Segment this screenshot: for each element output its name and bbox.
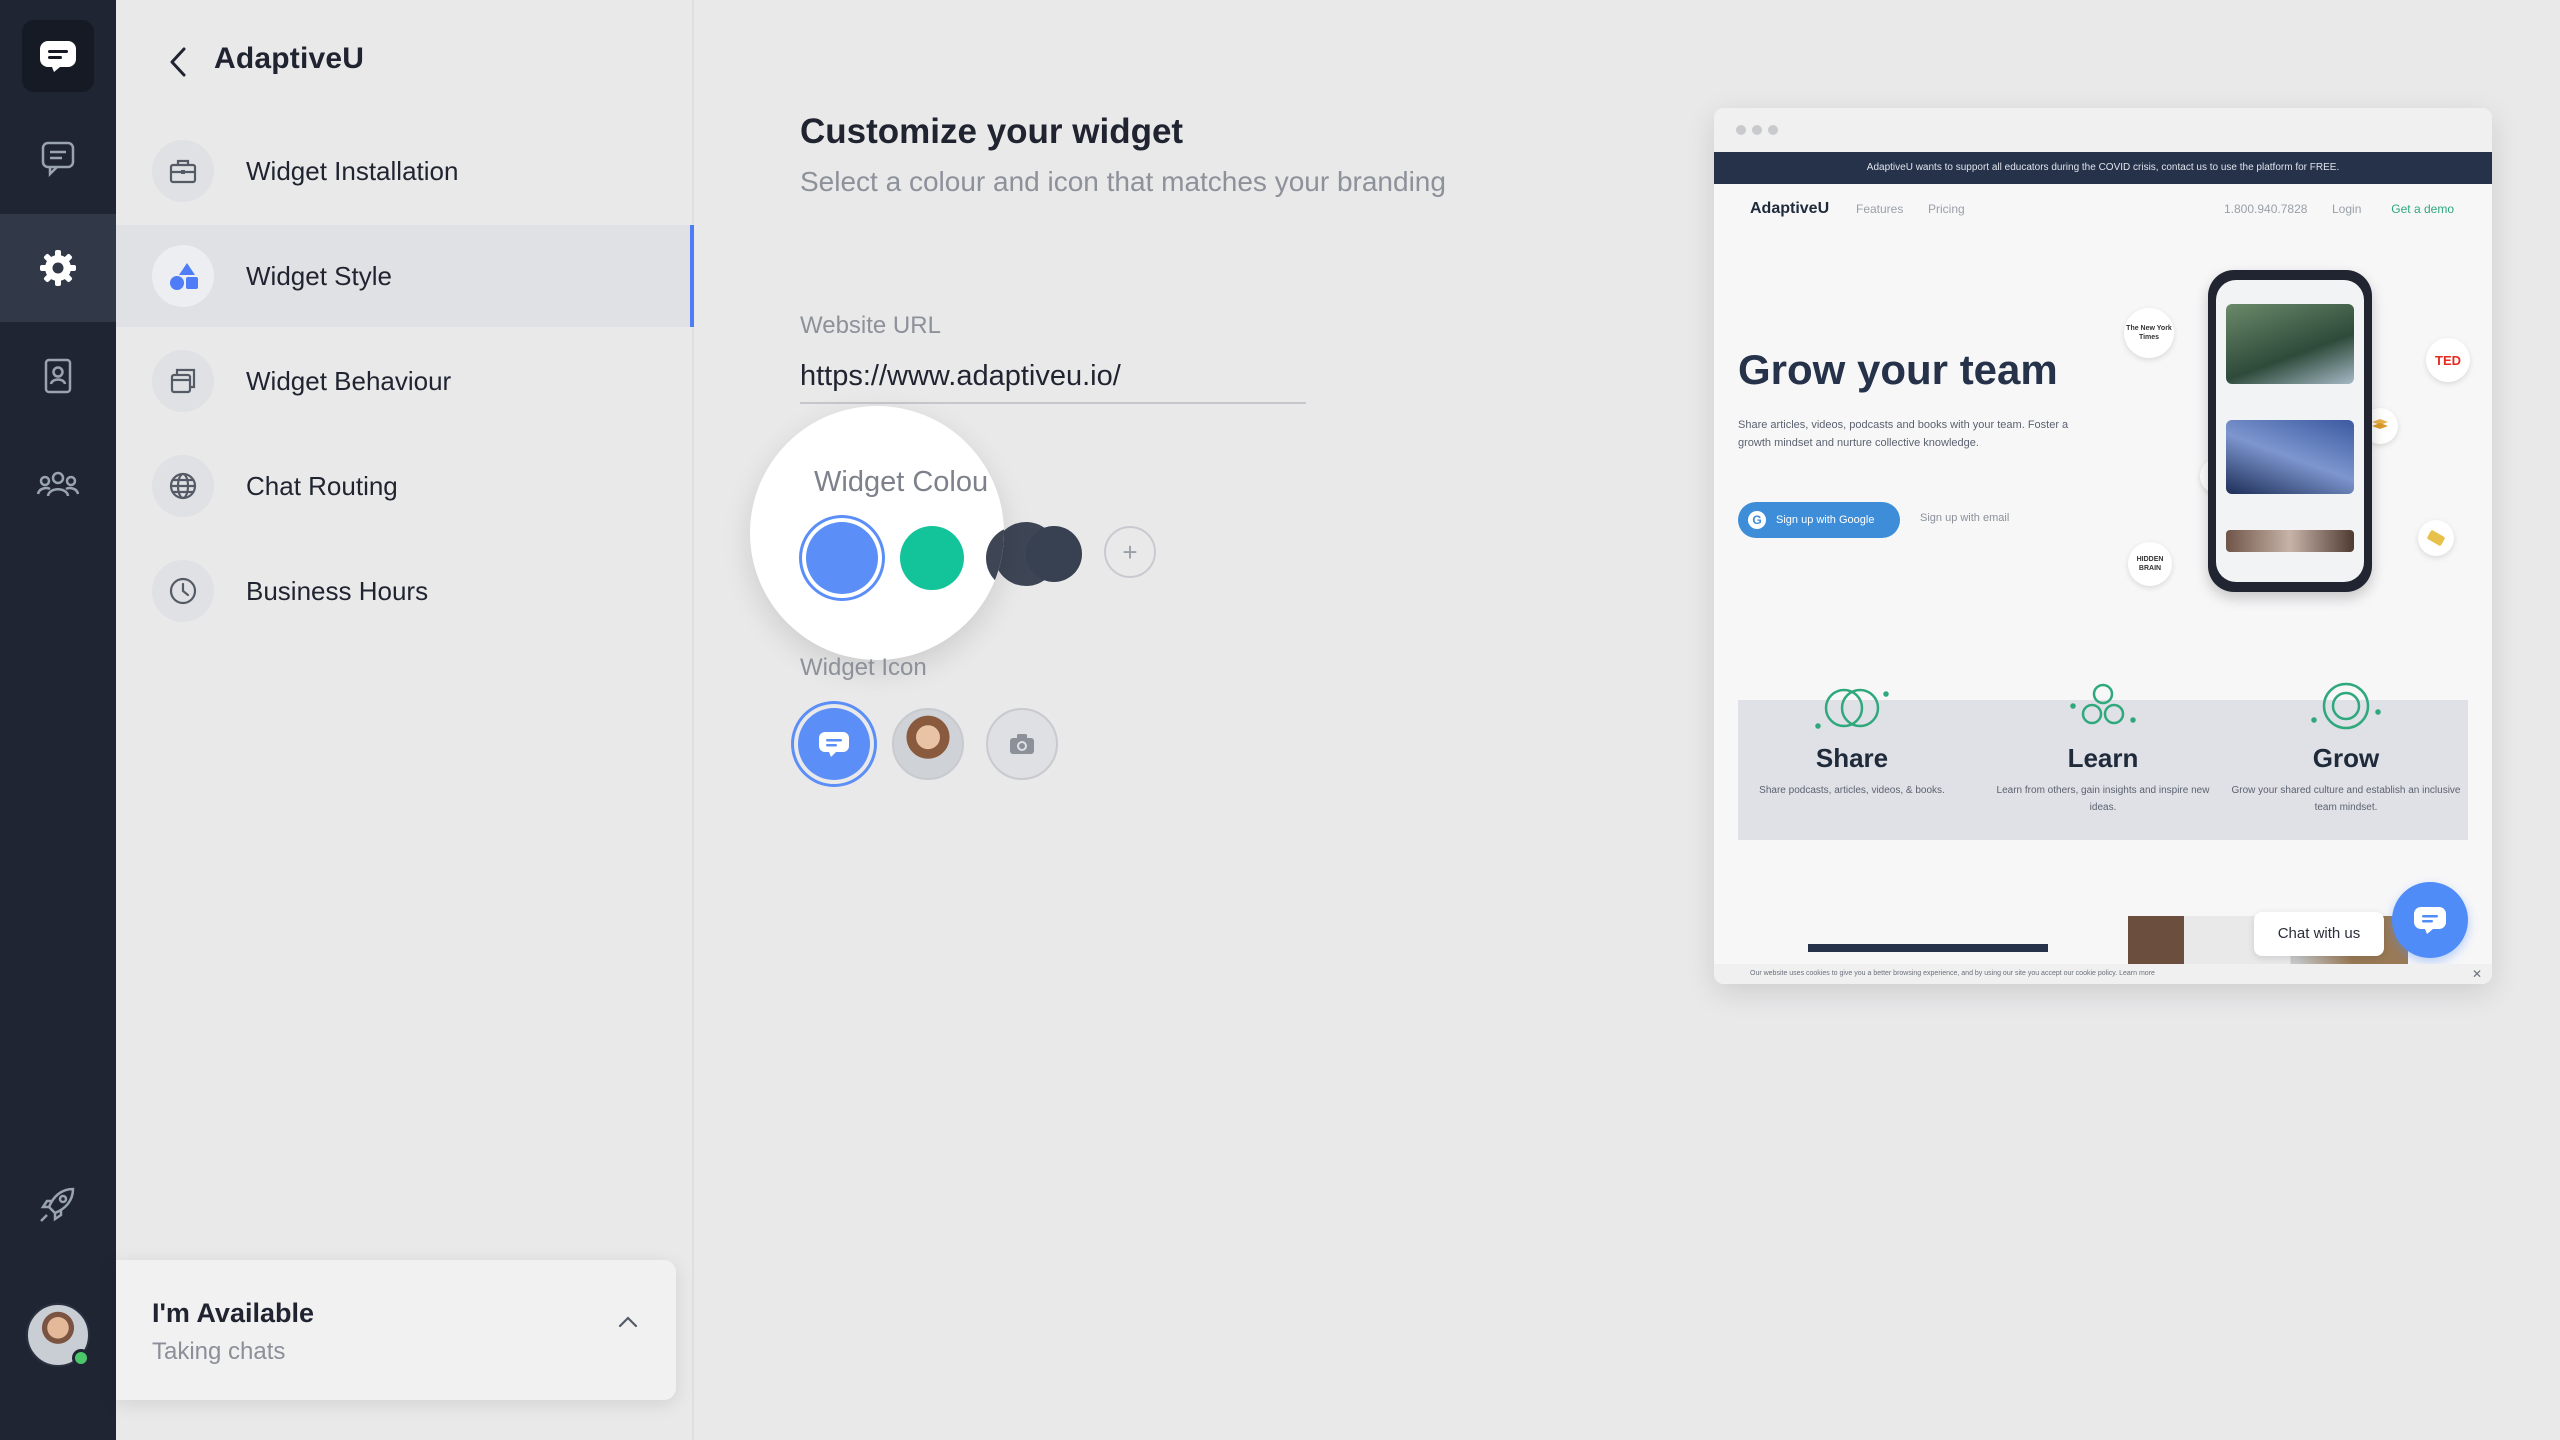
sidebar-item-widget-installation[interactable]: Widget Installation	[116, 120, 694, 222]
settings-icon[interactable]	[0, 214, 116, 322]
sidebar-item-label: Widget Style	[246, 260, 392, 291]
preview-brand: AdaptiveU	[1750, 200, 1830, 217]
chat-logo-icon[interactable]	[22, 20, 94, 92]
avatar[interactable]	[26, 1303, 90, 1367]
sidebar-item-widget-style[interactable]: Widget Style	[116, 225, 694, 327]
feature-share: Share Share podcasts, articles, videos, …	[1732, 680, 1972, 799]
page-subtitle: Select a colour and icon that matches yo…	[800, 166, 1446, 197]
ticket-icon	[2418, 520, 2454, 556]
contacts-icon[interactable]	[0, 322, 116, 430]
grow-icon	[2311, 682, 2381, 730]
launch-icon[interactable]	[0, 1150, 116, 1258]
chat-tooltip: Chat with us	[2254, 912, 2384, 956]
preview-nav-features: Features	[1856, 202, 1904, 216]
add-colour-button[interactable]: +	[1104, 526, 1156, 578]
widget-icon-label: Widget Icon	[800, 654, 927, 681]
sidebar-item-label: Chat Routing	[246, 470, 398, 501]
website-url-label: Website URL	[800, 312, 941, 339]
colour-swatch-green[interactable]	[900, 526, 964, 590]
availability-subtitle: Taking chats	[152, 1338, 286, 1365]
widget-icon-chat[interactable]	[798, 708, 870, 780]
preview-email-button: Sign up with email	[1920, 512, 2010, 524]
colour-swatch-blue[interactable]	[806, 522, 878, 594]
nyt-badge: The New York Times	[2124, 308, 2174, 358]
sidebar-item-business-hours[interactable]: Business Hours	[116, 540, 694, 642]
widget-icon-camera[interactable]	[986, 708, 1058, 780]
shapes-icon	[152, 245, 214, 307]
availability-card[interactable]: I'm Available Taking chats	[116, 1260, 676, 1400]
windows-icon	[152, 350, 214, 412]
preview-hero-text: Share articles, videos, podcasts and boo…	[1738, 419, 2069, 449]
preview-features: Share Share podcasts, articles, videos, …	[1738, 682, 2468, 840]
briefcase-icon	[152, 140, 214, 202]
back-arrow-icon[interactable]	[156, 40, 200, 84]
globe-icon	[152, 455, 214, 517]
colour-swatch-dark[interactable]	[1026, 526, 1082, 582]
preview-phone: 1.800.940.7828	[2224, 202, 2308, 216]
sidebar-item-label: Business Hours	[246, 575, 429, 606]
icon-rail	[0, 0, 116, 1440]
sidebar-item-chat-routing[interactable]: Chat Routing	[116, 435, 694, 537]
phone-mockup	[2208, 270, 2372, 592]
page-title: Customize your widget	[800, 112, 1184, 151]
preview-login: Login	[2332, 202, 2362, 216]
preview-banner: AdaptiveU wants to support all educators…	[1714, 152, 2492, 184]
learn-icon	[2070, 683, 2136, 725]
team-icon[interactable]	[0, 430, 116, 538]
widget-icon-agent-photo[interactable]	[892, 708, 964, 780]
availability-title: I'm Available	[152, 1298, 314, 1328]
preview-nav-pricing: Pricing	[1928, 202, 1965, 216]
hidden-brain-badge: HIDDEN BRAIN	[2128, 542, 2172, 586]
sidebar-item-label: Widget Behaviour	[246, 365, 452, 396]
preview-nav: AdaptiveU Features Pricing 1.800.940.782…	[1714, 184, 2492, 234]
sidebar-title: AdaptiveU	[214, 42, 365, 75]
magnifier-lens: Widget Colou	[750, 406, 1004, 660]
browser-chrome	[1714, 108, 2492, 152]
settings-sidebar: AdaptiveU Widget Installation Widget Sty…	[116, 0, 694, 1440]
google-icon: G	[1748, 511, 1766, 529]
online-status-dot	[72, 1349, 90, 1367]
clock-icon	[152, 560, 214, 622]
cookie-bar: Our website uses cookies to give you a b…	[1714, 964, 2492, 984]
sidebar-item-widget-behaviour[interactable]: Widget Behaviour	[116, 330, 694, 432]
website-preview: AdaptiveU wants to support all educators…	[1714, 108, 2492, 984]
colour-swatch-slate-partial[interactable]	[986, 526, 1004, 590]
widget-colour-label: Widget Colou	[814, 466, 989, 498]
close-icon[interactable]: ✕	[2472, 964, 2482, 984]
preview-google-button: G Sign up with Google	[1738, 502, 1900, 538]
preview-hero-title: Grow your team	[1738, 346, 2058, 393]
preview-bottom-heading	[1808, 944, 2048, 964]
feature-learn: Learn Learn from others, gain insights a…	[1983, 680, 2223, 816]
website-url-input[interactable]	[800, 350, 1306, 404]
feature-grow: Grow Grow your shared culture and establ…	[2226, 680, 2466, 816]
chat-widget-button[interactable]	[2392, 882, 2468, 958]
sidebar-item-label: Widget Installation	[246, 155, 459, 186]
preview-demo: Get a demo	[2391, 202, 2454, 216]
conversations-icon[interactable]	[0, 104, 116, 212]
chevron-up-icon[interactable]	[616, 1314, 640, 1335]
user-avatar-area[interactable]	[0, 1254, 116, 1416]
share-icon	[1815, 688, 1889, 729]
ted-badge: TED	[2426, 338, 2470, 382]
